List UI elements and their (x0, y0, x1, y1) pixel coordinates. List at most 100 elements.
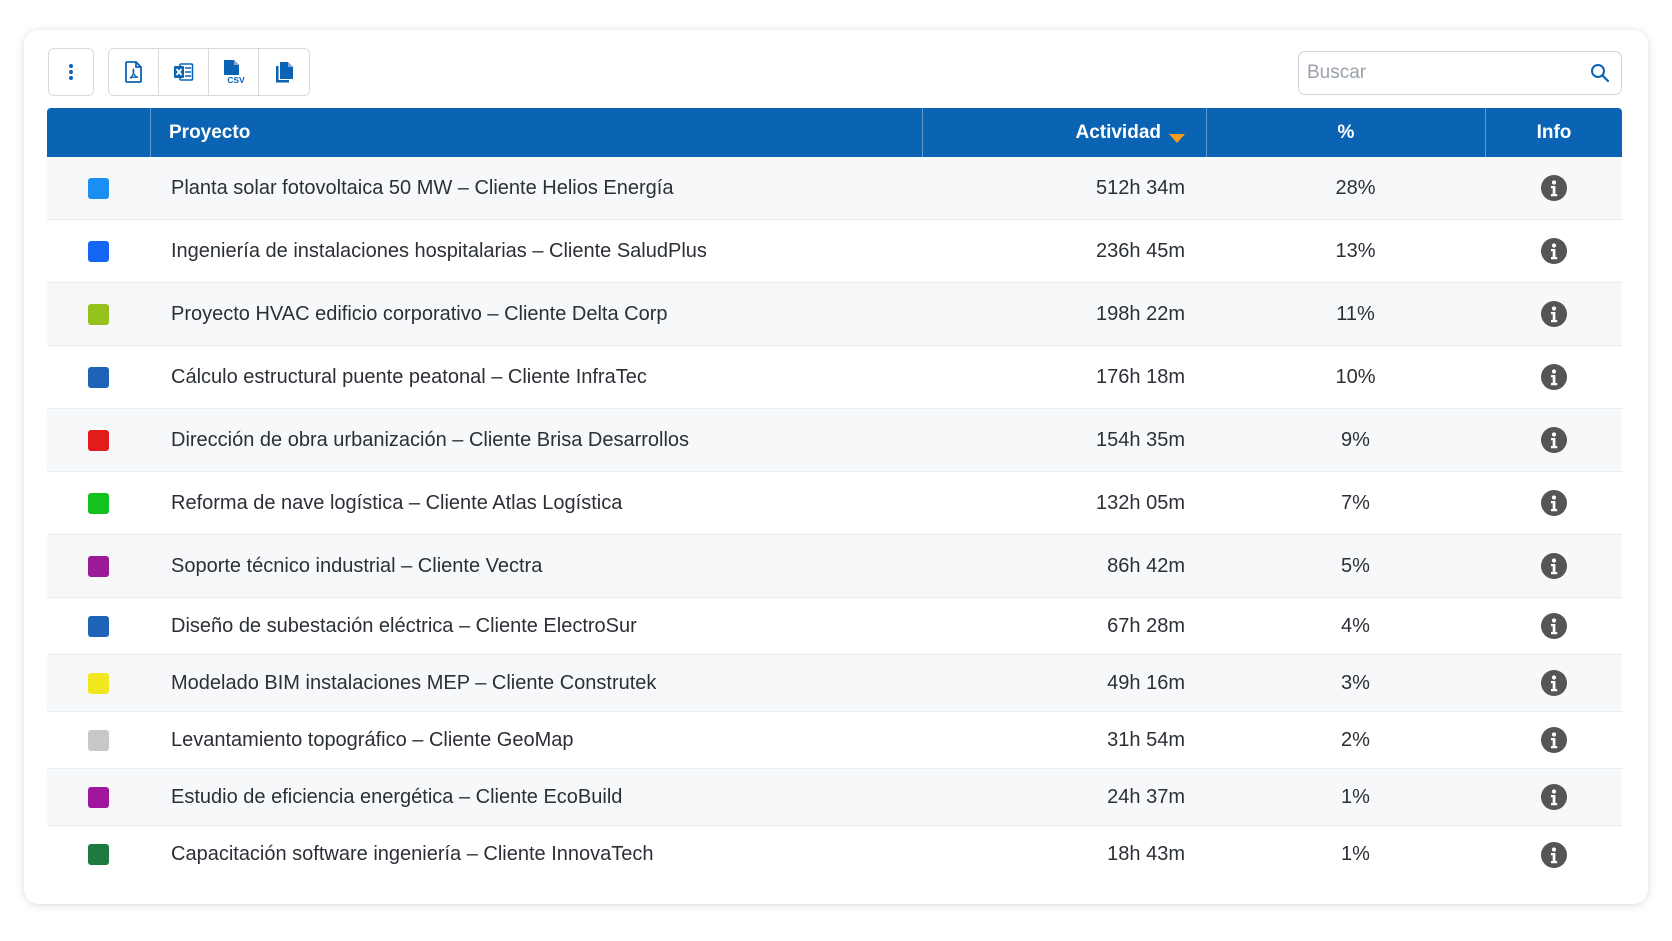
project-name: Levantamiento topográfico – Cliente GeoM… (171, 728, 574, 751)
percent-value: 2% (1341, 728, 1370, 751)
activity-value: 67h 28m (1107, 614, 1185, 637)
projects-table: Proyecto Actividad % Info Planta solar f… (47, 108, 1622, 883)
project-name: Modelado BIM instalaciones MEP – Cliente… (171, 671, 657, 694)
table-row: Soporte técnico industrial – Cliente Vec… (47, 535, 1622, 598)
info-cell (1485, 841, 1622, 869)
excel-file-icon (173, 62, 194, 82)
table-row: Ingeniería de instalaciones hospitalaria… (47, 220, 1622, 283)
info-icon[interactable] (1540, 612, 1568, 640)
project-name: Diseño de subestación eléctrica – Client… (171, 614, 637, 637)
header-project[interactable]: Proyecto (150, 108, 922, 157)
percent-value: 5% (1341, 554, 1370, 577)
table-row: Estudio de eficiencia energética – Clien… (47, 769, 1622, 826)
project-name: Dirección de obra urbanización – Cliente… (171, 428, 690, 451)
info-cell (1485, 363, 1622, 391)
percent-value: 4% (1341, 614, 1370, 637)
info-cell (1485, 489, 1622, 517)
header-project-label: Proyecto (169, 121, 251, 143)
project-name: Soporte técnico industrial – Cliente Vec… (171, 554, 543, 577)
table-row: Levantamiento topográfico – Cliente GeoM… (47, 712, 1622, 769)
project-color-swatch (88, 429, 109, 451)
percent-value: 1% (1341, 785, 1370, 808)
kebab-menu-icon (68, 63, 74, 81)
project-color-swatch (88, 303, 109, 325)
info-icon[interactable] (1540, 489, 1568, 517)
table-row: Reforma de nave logística – Cliente Atla… (47, 472, 1622, 535)
search-icon[interactable] (1590, 63, 1610, 83)
percent-value: 10% (1335, 365, 1376, 388)
project-color-swatch (88, 672, 109, 694)
info-icon[interactable] (1540, 783, 1568, 811)
project-color-swatch (88, 786, 109, 808)
export-button-group: CSV (108, 48, 310, 96)
percent-value: 9% (1341, 428, 1370, 451)
project-color-swatch (88, 177, 109, 199)
export-excel-button[interactable] (159, 49, 209, 95)
info-icon[interactable] (1540, 552, 1568, 580)
info-cell (1485, 174, 1622, 202)
projects-card: CSV Proyecto (24, 30, 1648, 904)
color-cell (47, 555, 150, 577)
project-name: Cálculo estructural puente peatonal – Cl… (171, 365, 647, 388)
info-icon[interactable] (1540, 841, 1568, 869)
info-icon[interactable] (1540, 363, 1568, 391)
activity-value: 132h 05m (1096, 491, 1185, 514)
info-icon[interactable] (1540, 174, 1568, 202)
csv-file-icon: CSV (221, 59, 247, 85)
export-pdf-button[interactable] (109, 49, 159, 95)
activity-value: 198h 22m (1096, 302, 1185, 325)
project-color-swatch (88, 844, 109, 865)
table-row: Proyecto HVAC edificio corporativo – Cli… (47, 283, 1622, 346)
table-row: Diseño de subestación eléctrica – Client… (47, 598, 1622, 655)
project-name: Capacitación software ingeniería – Clien… (171, 843, 654, 865)
project-color-swatch (88, 492, 109, 514)
header-percent[interactable]: % (1206, 108, 1485, 157)
table-row: Dirección de obra urbanización – Cliente… (47, 409, 1622, 472)
activity-value: 31h 54m (1107, 728, 1185, 751)
activity-value: 176h 18m (1096, 365, 1185, 388)
activity-value: 49h 16m (1107, 671, 1185, 694)
more-options-button[interactable] (48, 48, 94, 96)
project-color-swatch (88, 240, 109, 262)
percent-value: 7% (1341, 491, 1370, 514)
activity-value: 18h 43m (1107, 843, 1185, 865)
search-input[interactable] (1299, 52, 1621, 94)
table-row: Capacitación software ingeniería – Clien… (47, 826, 1622, 883)
table-body: Planta solar fotovoltaica 50 MW – Client… (47, 157, 1622, 883)
project-name: Proyecto HVAC edificio corporativo – Cli… (171, 302, 668, 325)
project-name: Planta solar fotovoltaica 50 MW – Client… (171, 176, 674, 199)
percent-value: 1% (1341, 843, 1370, 865)
project-color-swatch (88, 366, 109, 388)
copy-button[interactable] (259, 49, 309, 95)
color-cell (47, 492, 150, 514)
info-icon[interactable] (1540, 669, 1568, 697)
color-cell (47, 672, 150, 694)
info-icon[interactable] (1540, 300, 1568, 328)
table-row: Cálculo estructural puente peatonal – Cl… (47, 346, 1622, 409)
activity-value: 154h 35m (1096, 428, 1185, 451)
color-cell (47, 177, 150, 199)
info-cell (1485, 552, 1622, 580)
color-cell (47, 615, 150, 637)
info-cell (1485, 612, 1622, 640)
copy-icon (274, 61, 294, 83)
info-cell (1485, 300, 1622, 328)
info-cell (1485, 237, 1622, 265)
activity-value: 512h 34m (1096, 176, 1185, 199)
csv-badge-text: CSV (227, 75, 245, 85)
export-csv-button[interactable]: CSV (209, 49, 259, 95)
pdf-file-icon (124, 61, 143, 83)
percent-value: 3% (1341, 671, 1370, 694)
percent-value: 28% (1335, 176, 1376, 199)
project-color-swatch (88, 555, 109, 577)
header-info-label: Info (1536, 121, 1572, 143)
header-activity[interactable]: Actividad (922, 108, 1206, 157)
info-icon[interactable] (1540, 237, 1568, 265)
color-cell (47, 366, 150, 388)
info-icon[interactable] (1540, 426, 1568, 454)
info-cell (1485, 426, 1622, 454)
color-cell (47, 786, 150, 808)
activity-value: 86h 42m (1107, 554, 1185, 577)
color-cell (47, 240, 150, 262)
info-icon[interactable] (1540, 726, 1568, 754)
